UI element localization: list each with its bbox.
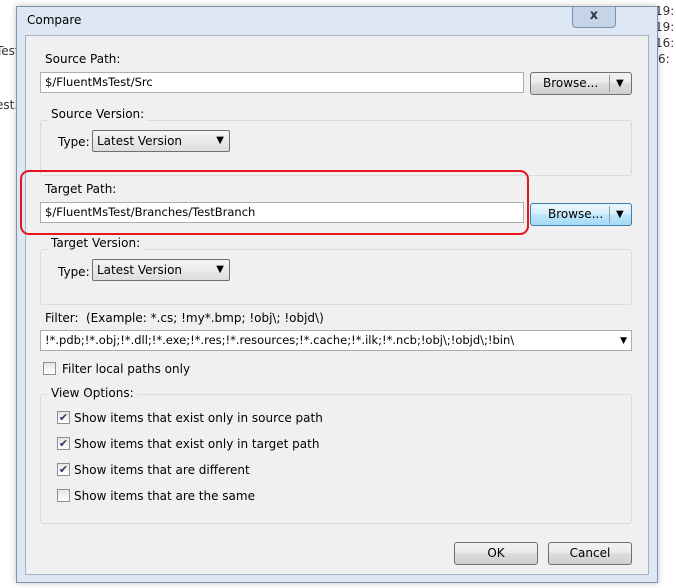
source-type-select[interactable]: Latest Version ▼ — [92, 130, 230, 152]
source-path-label: Source Path: — [45, 52, 121, 66]
chevron-down-icon[interactable]: ▼ — [616, 204, 624, 225]
title-bar[interactable]: Compare x — [17, 7, 657, 35]
view-options-label: View Options: — [48, 386, 137, 400]
target-path-label: Target Path: — [45, 182, 117, 196]
filter-label: Filter: — [45, 311, 79, 325]
filter-local-checkbox[interactable] — [43, 362, 56, 375]
cancel-button[interactable]: Cancel — [548, 542, 632, 565]
target-type-value: Latest Version — [97, 263, 183, 277]
source-type-value: Latest Version — [97, 134, 183, 148]
ok-button[interactable]: OK — [454, 542, 538, 565]
target-browse-label: Browse... — [548, 207, 604, 221]
show-target-only-label[interactable]: Show items that exist only in target pat… — [74, 437, 319, 451]
filter-local-label[interactable]: Filter local paths only — [62, 362, 190, 376]
dialog-body: Source Path: $/FluentMsTest/Src Browse..… — [25, 35, 649, 575]
target-type-select[interactable]: Latest Version ▼ — [92, 259, 230, 281]
chevron-down-icon: ▼ — [216, 264, 224, 275]
filter-value: !*.pdb;!*.obj;!*.dll;!*.exe;!*.res;!*.re… — [45, 333, 515, 347]
filter-combo[interactable]: !*.pdb;!*.obj;!*.dll;!*.exe;!*.res;!*.re… — [40, 330, 632, 351]
target-path-input[interactable]: $/FluentMsTest/Branches/TestBranch — [40, 202, 524, 223]
chevron-down-icon[interactable]: ▼ — [616, 73, 624, 94]
close-icon: x — [589, 8, 599, 23]
source-path-input[interactable]: $/FluentMsTest/Src — [40, 72, 524, 93]
show-different-checkbox[interactable]: ✔ — [57, 463, 70, 476]
show-source-only-checkbox[interactable]: ✔ — [57, 411, 70, 424]
source-browse-label: Browse... — [543, 76, 599, 90]
target-version-label: Target Version: — [48, 236, 144, 250]
source-version-label: Source Version: — [48, 107, 148, 121]
show-same-checkbox[interactable] — [57, 489, 70, 502]
source-browse-button[interactable]: Browse... ▼ — [530, 72, 632, 95]
show-target-only-checkbox[interactable]: ✔ — [57, 437, 70, 450]
show-same-label[interactable]: Show items that are the same — [74, 489, 255, 503]
chevron-down-icon: ▼ — [216, 135, 224, 146]
show-source-only-label[interactable]: Show items that exist only in source pat… — [74, 411, 323, 425]
compare-dialog: Compare x Source Path: $/FluentMsTest/Sr… — [16, 6, 658, 583]
filter-example: (Example: *.cs; !my*.bmp; !obj\; !objd\) — [86, 311, 324, 325]
cancel-label: Cancel — [569, 546, 611, 560]
dialog-title: Compare — [27, 13, 82, 27]
show-different-label[interactable]: Show items that are different — [74, 463, 250, 477]
background-fragment: 6: — [658, 52, 670, 66]
ok-label: OK — [487, 546, 505, 560]
close-button[interactable]: x — [572, 7, 616, 28]
source-type-label: Type: — [58, 135, 90, 149]
target-browse-button[interactable]: Browse... ▼ — [530, 203, 632, 226]
target-type-label: Type: — [58, 265, 90, 279]
chevron-down-icon[interactable]: ▼ — [620, 334, 627, 349]
